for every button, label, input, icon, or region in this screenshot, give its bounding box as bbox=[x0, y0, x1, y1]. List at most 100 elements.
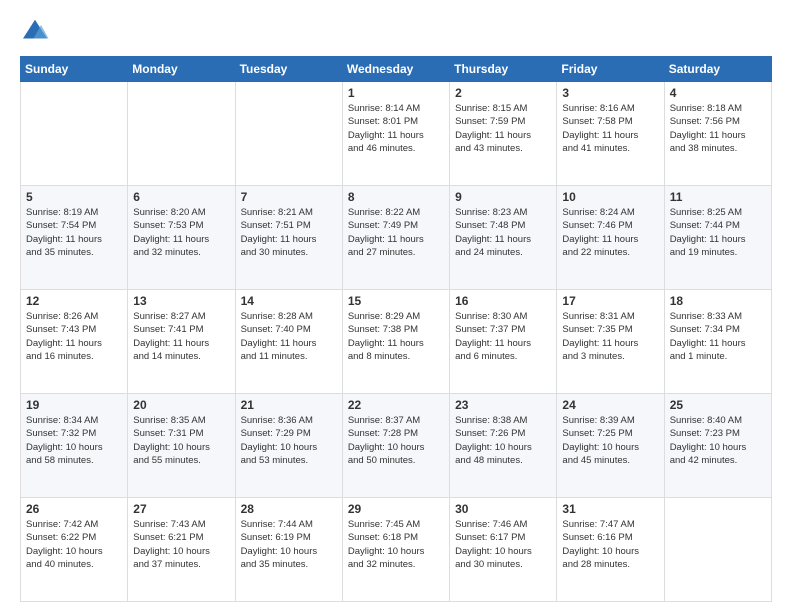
day-number: 12 bbox=[26, 294, 122, 308]
calendar-week-row: 12Sunrise: 8:26 AM Sunset: 7:43 PM Dayli… bbox=[21, 290, 772, 394]
calendar-cell: 31 Sunrise: 7:47 AM Sunset: 6:16 PM Dayli… bbox=[557, 498, 664, 602]
day-info: Sunrise: 8:22 AM Sunset: 7:49 PM Dayligh… bbox=[348, 206, 444, 259]
calendar-cell: 8 Sunrise: 8:22 AM Sunset: 7:49 PM Daylig… bbox=[342, 186, 449, 290]
calendar-cell: 26 Sunrise: 7:42 AM Sunset: 6:22 PM Dayli… bbox=[21, 498, 128, 602]
day-number: 22 bbox=[348, 398, 444, 412]
day-number: 9 bbox=[455, 190, 551, 204]
calendar-cell: 23Sunrise: 8:38 AM Sunset: 7:26 PM Dayli… bbox=[450, 394, 557, 498]
day-info: Sunrise: 8:25 AM Sunset: 7:44 PM Dayligh… bbox=[670, 206, 766, 259]
day-info: Sunrise: 8:19 AM Sunset: 7:54 PM Dayligh… bbox=[26, 206, 122, 259]
day-info: Sunrise: 8:16 AM Sunset: 7:58 PM Dayligh… bbox=[562, 102, 658, 155]
day-info: Sunrise: 8:37 AM Sunset: 7:28 PM Dayligh… bbox=[348, 414, 444, 467]
day-header-tuesday: Tuesday bbox=[235, 57, 342, 82]
day-number: 8 bbox=[348, 190, 444, 204]
day-number: 3 bbox=[562, 86, 658, 100]
calendar-cell: 13 Sunrise: 8:27 AM Sunset: 7:41 PM Dayli… bbox=[128, 290, 235, 394]
calendar-week-row: 19 Sunrise: 8:34 AM Sunset: 7:32 PM Dayli… bbox=[21, 394, 772, 498]
calendar-cell: 4Sunrise: 8:18 AM Sunset: 7:56 PM Daylig… bbox=[664, 82, 771, 186]
calendar-cell: 2Sunrise: 8:15 AM Sunset: 7:59 PM Daylig… bbox=[450, 82, 557, 186]
calendar-cell: 22 Sunrise: 8:37 AM Sunset: 7:28 PM Dayli… bbox=[342, 394, 449, 498]
calendar-cell: 9 Sunrise: 8:23 AM Sunset: 7:48 PM Daylig… bbox=[450, 186, 557, 290]
logo-icon bbox=[20, 16, 50, 46]
calendar-cell: 20 Sunrise: 8:35 AM Sunset: 7:31 PM Dayli… bbox=[128, 394, 235, 498]
calendar-cell bbox=[235, 82, 342, 186]
calendar-cell: 12Sunrise: 8:26 AM Sunset: 7:43 PM Dayli… bbox=[21, 290, 128, 394]
day-number: 13 bbox=[133, 294, 229, 308]
day-number: 21 bbox=[241, 398, 337, 412]
day-number: 5 bbox=[26, 190, 122, 204]
day-number: 10 bbox=[562, 190, 658, 204]
day-number: 28 bbox=[241, 502, 337, 516]
day-info: Sunrise: 7:47 AM Sunset: 6:16 PM Dayligh… bbox=[562, 518, 658, 571]
calendar-week-row: 1 Sunrise: 8:14 AM Sunset: 8:01 PM Daylig… bbox=[21, 82, 772, 186]
calendar-week-row: 26 Sunrise: 7:42 AM Sunset: 6:22 PM Dayli… bbox=[21, 498, 772, 602]
day-number: 27 bbox=[133, 502, 229, 516]
day-number: 15 bbox=[348, 294, 444, 308]
day-header-saturday: Saturday bbox=[664, 57, 771, 82]
day-info: Sunrise: 8:33 AM Sunset: 7:34 PM Dayligh… bbox=[670, 310, 766, 363]
day-info: Sunrise: 8:36 AM Sunset: 7:29 PM Dayligh… bbox=[241, 414, 337, 467]
day-number: 25 bbox=[670, 398, 766, 412]
day-info: Sunrise: 7:46 AM Sunset: 6:17 PM Dayligh… bbox=[455, 518, 551, 571]
day-number: 19 bbox=[26, 398, 122, 412]
day-number: 1 bbox=[348, 86, 444, 100]
day-number: 11 bbox=[670, 190, 766, 204]
day-info: Sunrise: 7:42 AM Sunset: 6:22 PM Dayligh… bbox=[26, 518, 122, 571]
day-info: Sunrise: 8:14 AM Sunset: 8:01 PM Dayligh… bbox=[348, 102, 444, 155]
calendar-cell: 24 Sunrise: 8:39 AM Sunset: 7:25 PM Dayli… bbox=[557, 394, 664, 498]
calendar-cell: 30Sunrise: 7:46 AM Sunset: 6:17 PM Dayli… bbox=[450, 498, 557, 602]
day-info: Sunrise: 8:27 AM Sunset: 7:41 PM Dayligh… bbox=[133, 310, 229, 363]
day-number: 16 bbox=[455, 294, 551, 308]
calendar-cell: 29 Sunrise: 7:45 AM Sunset: 6:18 PM Dayli… bbox=[342, 498, 449, 602]
day-header-thursday: Thursday bbox=[450, 57, 557, 82]
day-info: Sunrise: 8:40 AM Sunset: 7:23 PM Dayligh… bbox=[670, 414, 766, 467]
day-info: Sunrise: 8:21 AM Sunset: 7:51 PM Dayligh… bbox=[241, 206, 337, 259]
calendar-cell: 21 Sunrise: 8:36 AM Sunset: 7:29 PM Dayli… bbox=[235, 394, 342, 498]
calendar-cell bbox=[128, 82, 235, 186]
day-number: 7 bbox=[241, 190, 337, 204]
calendar-cell: 5 Sunrise: 8:19 AM Sunset: 7:54 PM Daylig… bbox=[21, 186, 128, 290]
calendar-cell bbox=[664, 498, 771, 602]
calendar-cell: 11 Sunrise: 8:25 AM Sunset: 7:44 PM Dayli… bbox=[664, 186, 771, 290]
calendar-cell: 7 Sunrise: 8:21 AM Sunset: 7:51 PM Daylig… bbox=[235, 186, 342, 290]
calendar-cell: 19 Sunrise: 8:34 AM Sunset: 7:32 PM Dayli… bbox=[21, 394, 128, 498]
day-number: 24 bbox=[562, 398, 658, 412]
calendar-cell: 1 Sunrise: 8:14 AM Sunset: 8:01 PM Daylig… bbox=[342, 82, 449, 186]
day-number: 29 bbox=[348, 502, 444, 516]
day-number: 6 bbox=[133, 190, 229, 204]
day-header-wednesday: Wednesday bbox=[342, 57, 449, 82]
header bbox=[20, 16, 772, 46]
day-info: Sunrise: 7:43 AM Sunset: 6:21 PM Dayligh… bbox=[133, 518, 229, 571]
calendar-cell: 15 Sunrise: 8:29 AM Sunset: 7:38 PM Dayli… bbox=[342, 290, 449, 394]
day-info: Sunrise: 8:29 AM Sunset: 7:38 PM Dayligh… bbox=[348, 310, 444, 363]
calendar-cell: 14 Sunrise: 8:28 AM Sunset: 7:40 PM Dayli… bbox=[235, 290, 342, 394]
calendar-week-row: 5 Sunrise: 8:19 AM Sunset: 7:54 PM Daylig… bbox=[21, 186, 772, 290]
calendar-cell: 10Sunrise: 8:24 AM Sunset: 7:46 PM Dayli… bbox=[557, 186, 664, 290]
day-header-friday: Friday bbox=[557, 57, 664, 82]
day-number: 17 bbox=[562, 294, 658, 308]
day-number: 18 bbox=[670, 294, 766, 308]
day-number: 23 bbox=[455, 398, 551, 412]
day-info: Sunrise: 8:23 AM Sunset: 7:48 PM Dayligh… bbox=[455, 206, 551, 259]
page: SundayMondayTuesdayWednesdayThursdayFrid… bbox=[0, 0, 792, 612]
calendar-cell bbox=[21, 82, 128, 186]
day-number: 20 bbox=[133, 398, 229, 412]
day-info: Sunrise: 8:35 AM Sunset: 7:31 PM Dayligh… bbox=[133, 414, 229, 467]
day-info: Sunrise: 8:15 AM Sunset: 7:59 PM Dayligh… bbox=[455, 102, 551, 155]
day-number: 14 bbox=[241, 294, 337, 308]
day-info: Sunrise: 8:28 AM Sunset: 7:40 PM Dayligh… bbox=[241, 310, 337, 363]
calendar-cell: 25 Sunrise: 8:40 AM Sunset: 7:23 PM Dayli… bbox=[664, 394, 771, 498]
day-info: Sunrise: 7:45 AM Sunset: 6:18 PM Dayligh… bbox=[348, 518, 444, 571]
day-info: Sunrise: 8:34 AM Sunset: 7:32 PM Dayligh… bbox=[26, 414, 122, 467]
day-header-monday: Monday bbox=[128, 57, 235, 82]
calendar-cell: 27 Sunrise: 7:43 AM Sunset: 6:21 PM Dayli… bbox=[128, 498, 235, 602]
calendar-cell: 16Sunrise: 8:30 AM Sunset: 7:37 PM Dayli… bbox=[450, 290, 557, 394]
day-number: 31 bbox=[562, 502, 658, 516]
day-info: Sunrise: 8:31 AM Sunset: 7:35 PM Dayligh… bbox=[562, 310, 658, 363]
calendar-cell: 28Sunrise: 7:44 AM Sunset: 6:19 PM Dayli… bbox=[235, 498, 342, 602]
logo bbox=[20, 16, 54, 46]
day-header-sunday: Sunday bbox=[21, 57, 128, 82]
calendar-header-row: SundayMondayTuesdayWednesdayThursdayFrid… bbox=[21, 57, 772, 82]
day-info: Sunrise: 8:39 AM Sunset: 7:25 PM Dayligh… bbox=[562, 414, 658, 467]
day-number: 26 bbox=[26, 502, 122, 516]
